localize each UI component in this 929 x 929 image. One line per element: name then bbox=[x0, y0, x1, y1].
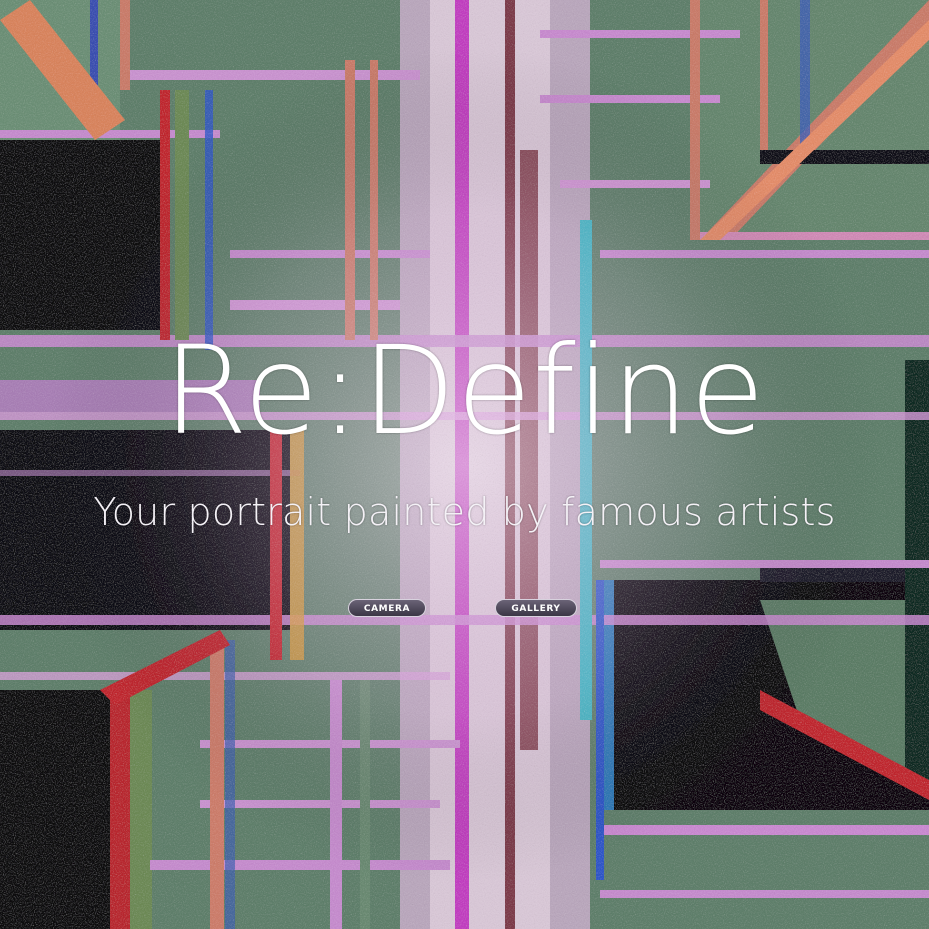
gallery-button[interactable]: GALLERY bbox=[495, 599, 577, 617]
camera-button[interactable]: CAMERA bbox=[348, 599, 426, 617]
app-title: Re:Define bbox=[163, 320, 766, 462]
app-screen: Re:Define Your portrait painted by famou… bbox=[0, 0, 929, 929]
app-tagline: Your portrait painted by famous artists bbox=[93, 490, 836, 534]
